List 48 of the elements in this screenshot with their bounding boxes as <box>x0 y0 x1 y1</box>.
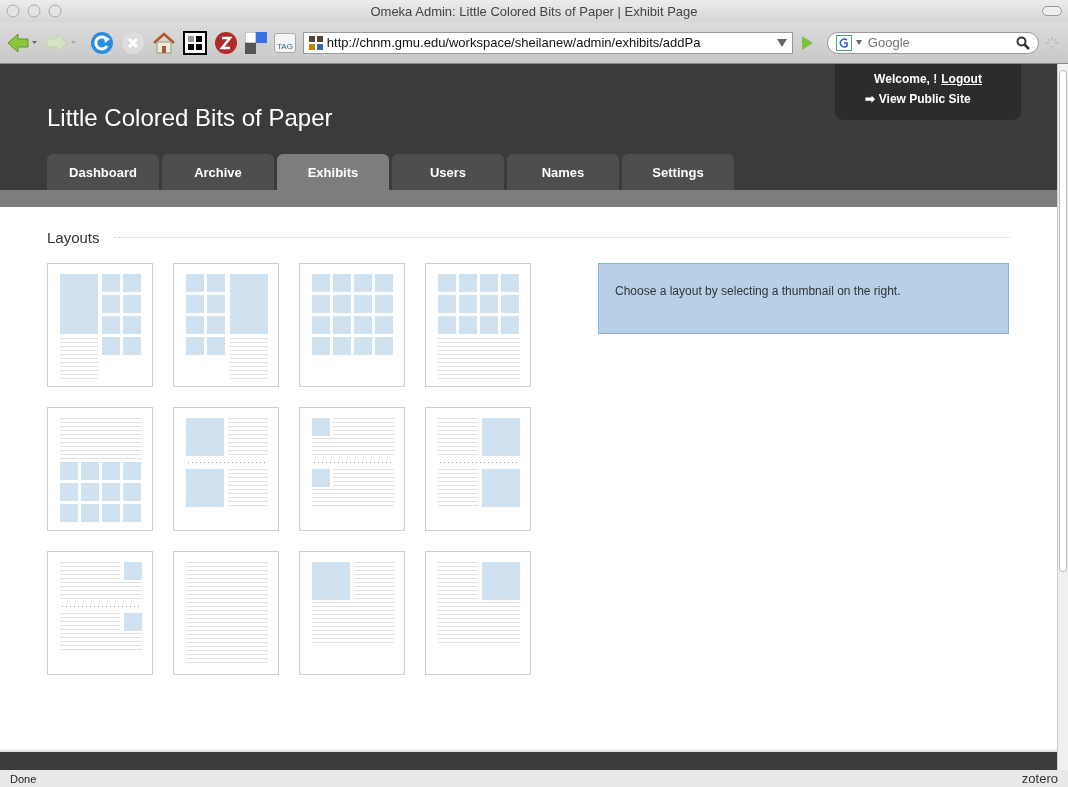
grid-icon[interactable] <box>183 30 207 55</box>
go-icon[interactable] <box>799 34 814 51</box>
info-message: Choose a layout by selecting a thumbnail on the right. <box>598 263 1009 334</box>
nav-tab[interactable]: Exhibits <box>277 154 389 190</box>
toolbar-toggle-icon[interactable] <box>1042 6 1062 16</box>
layout-thumbnail[interactable] <box>425 551 531 675</box>
nav-tab[interactable]: Names <box>507 154 619 190</box>
layouts-heading: Layouts <box>47 229 100 246</box>
url-text: http://chnm.gmu.edu/workspace/sheilanew/admin/exhibits/addPa <box>326 35 702 50</box>
zotero-button[interactable]: zotero <box>1021 771 1058 786</box>
address-field[interactable]: http://chnm.gmu.edu/workspace/sheilanew/admin/exhibits/addPa <box>302 31 793 54</box>
google-engine-icon[interactable] <box>835 34 852 51</box>
loading-spinner-icon <box>1045 36 1058 49</box>
status-text: Done <box>10 772 37 785</box>
search-icon[interactable] <box>1015 35 1030 50</box>
layout-thumbnail[interactable] <box>173 551 279 675</box>
layout-thumbnail[interactable] <box>173 407 279 531</box>
back-icon[interactable] <box>6 31 38 54</box>
window-title: Omeka Admin: Little Colored Bits of Paper | Exhibit Page <box>369 3 699 19</box>
search-bar[interactable]: Google <box>826 31 1039 54</box>
home-icon[interactable] <box>152 30 176 55</box>
welcome-text: Welcome, ! <box>874 72 938 86</box>
dropdown-icon[interactable] <box>776 38 787 47</box>
layout-thumbnail[interactable] <box>425 407 531 531</box>
layout-thumbnail[interactable] <box>47 263 153 387</box>
nav-tab[interactable]: Archive <box>162 154 274 190</box>
layout-thumbnail[interactable] <box>173 263 279 387</box>
nav-tab[interactable]: Settings <box>622 154 734 190</box>
layout-thumbnail[interactable] <box>47 407 153 531</box>
view-public-site-link[interactable]: ➡ View Public Site <box>865 92 971 106</box>
reload-icon[interactable] <box>90 30 114 55</box>
stop-icon[interactable] <box>121 30 145 55</box>
site-title: Little Colored Bits of Paper <box>47 104 334 132</box>
tag-button[interactable]: TAG <box>274 32 296 53</box>
layout-thumbnail[interactable] <box>299 407 405 531</box>
logout-link[interactable]: Logout <box>941 72 982 86</box>
dropdown-icon[interactable] <box>855 40 862 45</box>
forward-icon[interactable] <box>45 31 77 54</box>
layout-thumbnail[interactable] <box>425 263 531 387</box>
layout-thumbnail[interactable] <box>47 551 153 675</box>
squares-icon[interactable] <box>245 31 267 54</box>
z-circle-icon[interactable] <box>214 30 238 55</box>
layout-thumbnail[interactable] <box>299 551 405 675</box>
nav-tab[interactable]: Users <box>392 154 504 190</box>
scrollbar[interactable] <box>1057 64 1068 770</box>
site-favicon-icon <box>308 35 323 50</box>
layout-thumbnail[interactable] <box>299 263 405 387</box>
nav-tab[interactable]: Dashboard <box>47 154 159 190</box>
